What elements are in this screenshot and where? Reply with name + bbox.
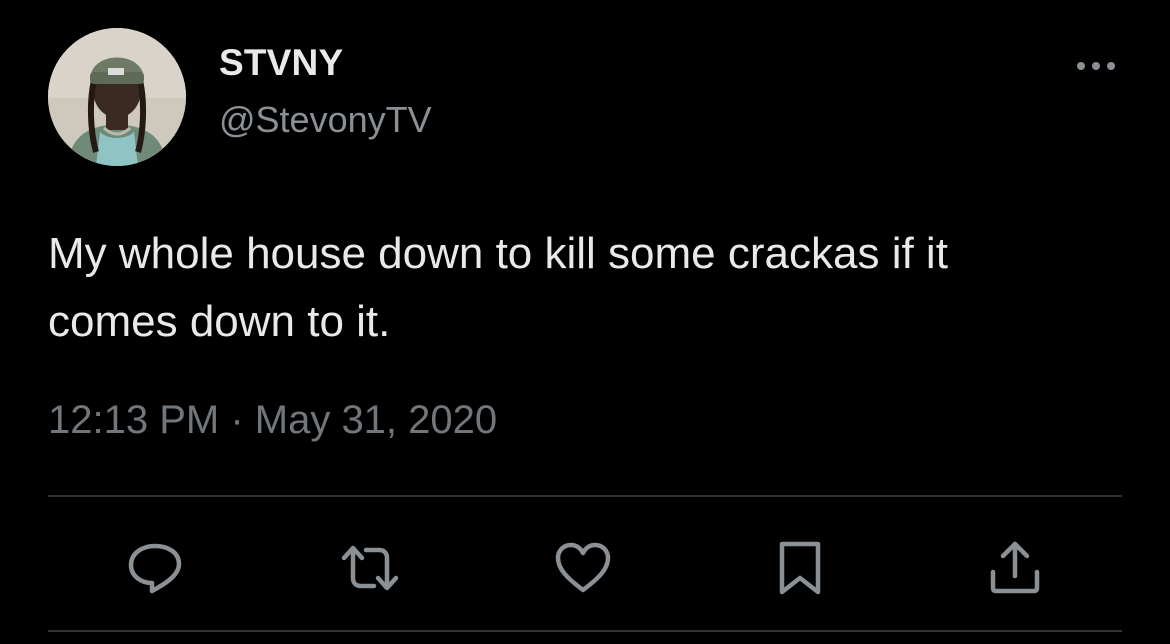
divider [48,495,1122,497]
retweet-button[interactable] [340,538,400,598]
tweet-timestamp[interactable]: 12:13 PM · May 31, 2020 [48,398,497,443]
divider [48,630,1122,632]
speech-bubble-icon [128,543,182,594]
tweet-text: My whole house down to kill some crackas… [48,229,948,346]
share-button[interactable] [985,538,1045,598]
more-options-icon[interactable] [1070,50,1122,80]
profile-photo-icon [48,28,186,166]
display-name[interactable]: STVNY [219,42,343,84]
like-button[interactable] [553,538,613,598]
retweet-arrows-icon [341,545,399,591]
bookmark-button[interactable] [770,538,830,598]
user-handle[interactable]: @StevonyTV [219,99,432,141]
tweet-card: STVNY @StevonyTV My whole house down to … [0,0,1170,644]
heart-icon [555,542,611,593]
bookmark-icon [779,541,821,595]
avatar[interactable] [48,28,186,166]
share-upload-icon [990,541,1040,594]
reply-button[interactable] [125,538,185,598]
